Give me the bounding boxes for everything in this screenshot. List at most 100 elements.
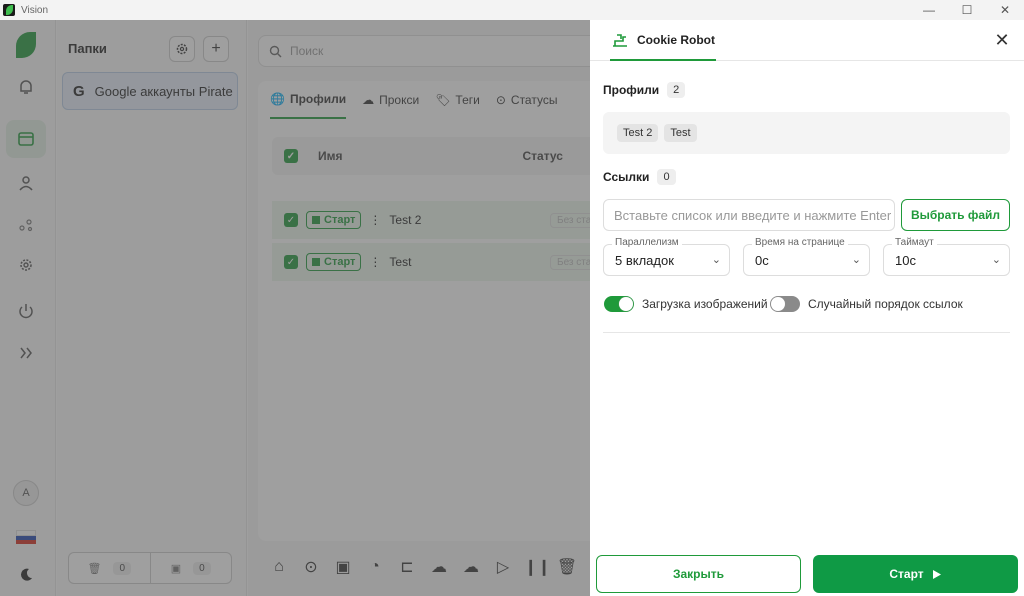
timeout-value: 10с [895,252,916,268]
load-images-label: Загрузка изображений [642,297,768,311]
cookie-icon[interactable]: ◔ [364,558,386,576]
trash-icon[interactable]: 🗑 [556,557,578,577]
user-icon[interactable] [6,164,46,202]
status-icon[interactable]: ⊙ [300,557,322,577]
drawer-tab-label: Cookie Robot [637,32,715,47]
divider [603,332,1010,333]
tab-statuses[interactable]: ⊙ Статусы [496,81,558,119]
main-area: Поиск 🌐 Профили ☁ Прокси 🏷 Теги ⊙ Статусы ✓ … [248,20,598,596]
select-all-checkbox[interactable]: ✓ [284,149,298,163]
row-checkbox[interactable]: ✓ [284,213,298,227]
close-button[interactable]: Закрыть [596,555,801,593]
profile-chip[interactable]: Test [664,124,697,142]
toggle-switch-off[interactable] [770,296,800,312]
profiles-card: 🌐 Профили ☁ Прокси 🏷 Теги ⊙ Статусы ✓ Имя Ст… [258,81,598,541]
column-name: Имя [318,149,343,163]
toggle-switch-on[interactable] [604,296,634,312]
folder-settings-button[interactable] [169,36,195,62]
tab-cookie-robot[interactable]: Cookie Robot [610,20,716,61]
chevron-down-icon: ⌄ [711,254,721,266]
dots-circle-icon: ⊙ [495,93,506,107]
left-rail: A [0,20,56,596]
time-on-page-value: 0с [755,252,769,268]
minimize-button[interactable]: — [910,0,948,20]
profile-start-button[interactable]: Старт [306,211,362,229]
drawer-close-icon[interactable]: ✕ [992,30,1012,50]
avatar[interactable]: A [6,474,46,512]
app-logo-icon [3,4,15,16]
power-icon[interactable] [6,292,46,330]
parallelism-select[interactable]: Параллелизм 5 вкладок ⌄ [603,237,730,276]
load-images-toggle[interactable]: Загрузка изображений [604,296,768,312]
start-button-label: Старт [889,567,924,581]
language-flag-icon[interactable] [6,518,46,556]
profile-name: Test 2 [389,213,422,227]
table-header: ✓ Имя Статус [272,137,598,175]
archive-icon[interactable]: ▣ [332,557,354,577]
bulk-actions-toolbar: ⌂ ⊙ ▣ ◔ ⊏ ☁ ☁ ▷ ❙❙ 🗑 [258,550,598,584]
trash-button[interactable]: 🗑 0 [69,553,150,583]
windows-icon [312,216,320,224]
integrations-icon[interactable] [6,206,46,244]
main-tabs: 🌐 Профили ☁ Прокси 🏷 Теги ⊙ Статусы [258,81,557,121]
trash-icon: 🗑 [87,562,102,575]
row-checkbox[interactable]: ✓ [284,255,298,269]
play-icon [932,569,941,579]
links-input[interactable] [603,199,895,231]
column-status: Статус [522,149,563,163]
kebab-menu-icon[interactable]: ⋮ [369,255,381,269]
archive-button[interactable]: ▣ 0 [149,553,232,583]
maximize-button[interactable]: ☐ [948,0,986,20]
tab-tags[interactable]: 🏷 Теги [435,81,480,119]
search-placeholder: Поиск [290,44,324,58]
parallelism-label: Параллелизм [612,237,682,248]
profiles-count-badge: 2 [667,82,686,98]
cloud-transfer-icon[interactable]: ☁ [460,557,482,577]
google-icon: G [73,82,85,100]
profile-chip[interactable]: Test 2 [617,124,659,142]
window-controls: — ☐ ✕ [910,0,1024,20]
pause-icon[interactable]: ❙❙ [524,557,551,577]
bell-icon[interactable] [6,68,46,106]
folder-item[interactable]: G Google аккаунты Pirate [62,72,238,110]
archive-count: 0 [193,561,211,575]
random-order-toggle[interactable]: Случайный порядок ссылок [770,296,963,312]
tag-icon: 🏷 [435,93,451,107]
table-row[interactable]: ✓ Старт ⋮ Test 2 Без статуса [272,201,598,239]
kebab-menu-icon[interactable]: ⋮ [369,213,381,227]
profile-start-button[interactable]: Старт [306,253,362,271]
time-on-page-label: Время на странице [752,237,848,248]
timeout-select[interactable]: Таймаут 10с ⌄ [883,237,1010,276]
play-icon[interactable]: ▷ [492,557,514,577]
folders-title: Папки [68,41,107,56]
windows-icon [312,258,320,266]
window-title: Vision [21,4,49,16]
start-button[interactable]: Старт [813,555,1018,593]
cloud-sync-icon[interactable]: ☁ [428,557,450,577]
theme-moon-icon[interactable] [6,556,46,594]
selected-profiles-box: Test 2 Test [603,112,1010,154]
tab-proxy[interactable]: ☁ Прокси [362,81,419,119]
search-input[interactable]: Поиск [258,35,598,67]
add-folder-button[interactable]: + [203,36,229,62]
chevron-down-icon: ⌄ [991,254,1001,266]
folders-panel: Папки + G Google аккаунты Pirate 🗑 0 ▣ 0 [57,20,247,596]
table-row[interactable]: ✓ Старт ⋮ Test Без статуса [272,243,598,281]
parallelism-value: 5 вкладок [615,252,674,268]
tab-profiles[interactable]: 🌐 Профили [270,81,347,119]
tag-icon[interactable]: ⌂ [268,558,290,576]
cookie-robot-drawer: Cookie Robot ✕ Профили 2 Test 2 Test Ссы… [590,20,1024,596]
window-close-button[interactable]: ✕ [986,0,1024,20]
choose-file-button[interactable]: Выбрать файл [901,199,1010,231]
profiles-section-label: Профили 2 [603,82,686,98]
avatar-letter: A [13,480,39,506]
robot-icon[interactable]: ⊏ [396,557,418,577]
globe-icon: 🌐 [270,92,285,106]
time-on-page-select[interactable]: Время на странице 0с ⌄ [743,237,870,276]
profile-name: Test [389,255,412,269]
settings-icon[interactable] [6,246,46,284]
folders-footer: 🗑 0 ▣ 0 [68,552,232,584]
expand-icon[interactable] [6,334,46,372]
robot-icon [613,33,627,47]
browser-icon[interactable] [6,120,46,158]
